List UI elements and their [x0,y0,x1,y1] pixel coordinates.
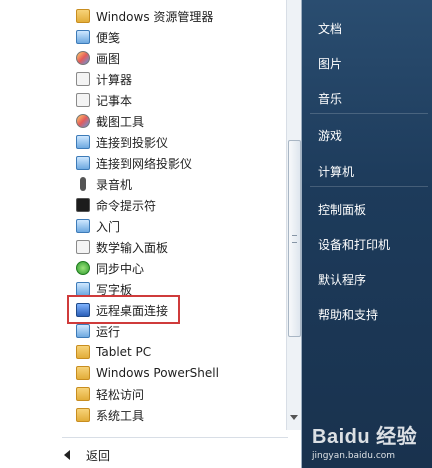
menu-item-devices-printers[interactable]: 设备和打印机 [318,236,390,253]
folder-icon [76,387,90,401]
program-label: 命令提示符 [96,198,157,213]
network-projector-icon [76,156,90,170]
program-label: 入门 [96,219,121,234]
menu-divider [310,113,428,114]
folder-icon [76,408,90,422]
watermark-url: jingyan.baidu.com [312,451,396,461]
folder-icon [76,366,90,380]
program-label: 系统工具 [96,408,145,423]
snipping-tool-icon [76,114,90,128]
menu-item-pictures[interactable]: 图片 [318,55,342,72]
program-sticky-notes[interactable]: 便笺 [76,27,281,47]
program-label: 连接到网络投影仪 [96,156,193,171]
program-run[interactable]: 运行 [76,321,281,341]
programs-list: Windows 资源管理器 便笺 画图 计算器 记事本 截图工具 连接到投影仪 [62,0,284,434]
math-input-icon [76,240,90,254]
program-snipping-tool[interactable]: 截图工具 [76,111,281,131]
program-label: 计算器 [96,72,133,87]
folder-system-tools[interactable]: 系统工具 [76,405,281,425]
sync-center-icon [76,261,90,275]
menu-item-music[interactable]: 音乐 [318,90,342,107]
menu-item-help-support[interactable]: 帮助和支持 [318,306,378,323]
program-notepad[interactable]: 记事本 [76,90,281,110]
menu-divider [310,186,428,187]
programs-pane: Windows 资源管理器 便笺 画图 计算器 记事本 截图工具 连接到投影仪 [0,0,302,468]
program-label: Windows 资源管理器 [96,9,214,24]
command-prompt-icon [76,198,90,212]
folder-tablet-pc[interactable]: Tablet PC [76,342,281,362]
calculator-icon [76,72,90,86]
folder-icon [76,9,90,23]
program-label: 画图 [96,51,121,66]
watermark-logo: Baidu 经验 [312,426,418,448]
menu-item-computer[interactable]: 计算机 [318,163,354,180]
program-getting-started[interactable]: 入门 [76,216,281,236]
program-label: 录音机 [96,177,133,192]
program-calculator[interactable]: 计算器 [76,69,281,89]
program-label: 记事本 [96,93,133,108]
program-label: 同步中心 [96,261,145,276]
back-arrow-icon [64,450,70,460]
menu-item-default-programs[interactable]: 默认程序 [318,271,366,288]
menu-item-documents[interactable]: 文档 [318,20,342,37]
back-label: 返回 [86,448,111,463]
paint-icon [76,51,90,65]
program-connect-network-projector[interactable]: 连接到网络投影仪 [76,153,281,173]
menu-item-control-panel[interactable]: 控制面板 [318,201,366,218]
folder-windows-powershell[interactable]: Windows PowerShell [76,363,281,383]
highlight-box [67,295,180,324]
program-label: Tablet PC [96,345,152,359]
getting-started-icon [76,219,90,233]
program-label: 运行 [96,324,121,339]
program-paint[interactable]: 画图 [76,48,281,68]
program-label: Windows PowerShell [96,366,219,380]
program-command-prompt[interactable]: 命令提示符 [76,195,281,215]
folder-icon [76,345,90,359]
program-label: 截图工具 [96,114,145,129]
program-windows-explorer[interactable]: Windows 资源管理器 [76,6,281,26]
microphone-icon [80,177,86,191]
vertical-scrollbar[interactable] [286,0,301,430]
back-button[interactable]: 返回 [64,445,110,465]
baidu-watermark: Baidu 经验 jingyan.baidu.com [312,420,417,461]
program-label: 数学输入面板 [96,240,169,255]
folder-ease-of-access[interactable]: 轻松访问 [76,384,281,404]
program-sound-recorder[interactable]: 录音机 [76,174,281,194]
sticky-notes-icon [76,30,90,44]
program-math-input-panel[interactable]: 数学输入面板 [76,237,281,257]
scroll-down-arrow-icon[interactable] [290,415,298,420]
wordpad-icon [76,282,90,296]
run-icon [76,324,90,338]
program-label: 轻松访问 [96,387,145,402]
program-sync-center[interactable]: 同步中心 [76,258,281,278]
divider [62,437,288,438]
program-label: 便笺 [96,30,121,45]
right-menu-pane: 文档 图片 音乐 游戏 计算机 控制面板 设备和打印机 默认程序 帮助和支持 [302,0,432,468]
menu-item-games[interactable]: 游戏 [318,127,342,144]
program-connect-projector[interactable]: 连接到投影仪 [76,132,281,152]
scroll-thumb[interactable] [288,140,301,337]
grip-icon [292,235,297,243]
projector-icon [76,135,90,149]
notepad-icon [76,93,90,107]
program-label: 连接到投影仪 [96,135,169,150]
